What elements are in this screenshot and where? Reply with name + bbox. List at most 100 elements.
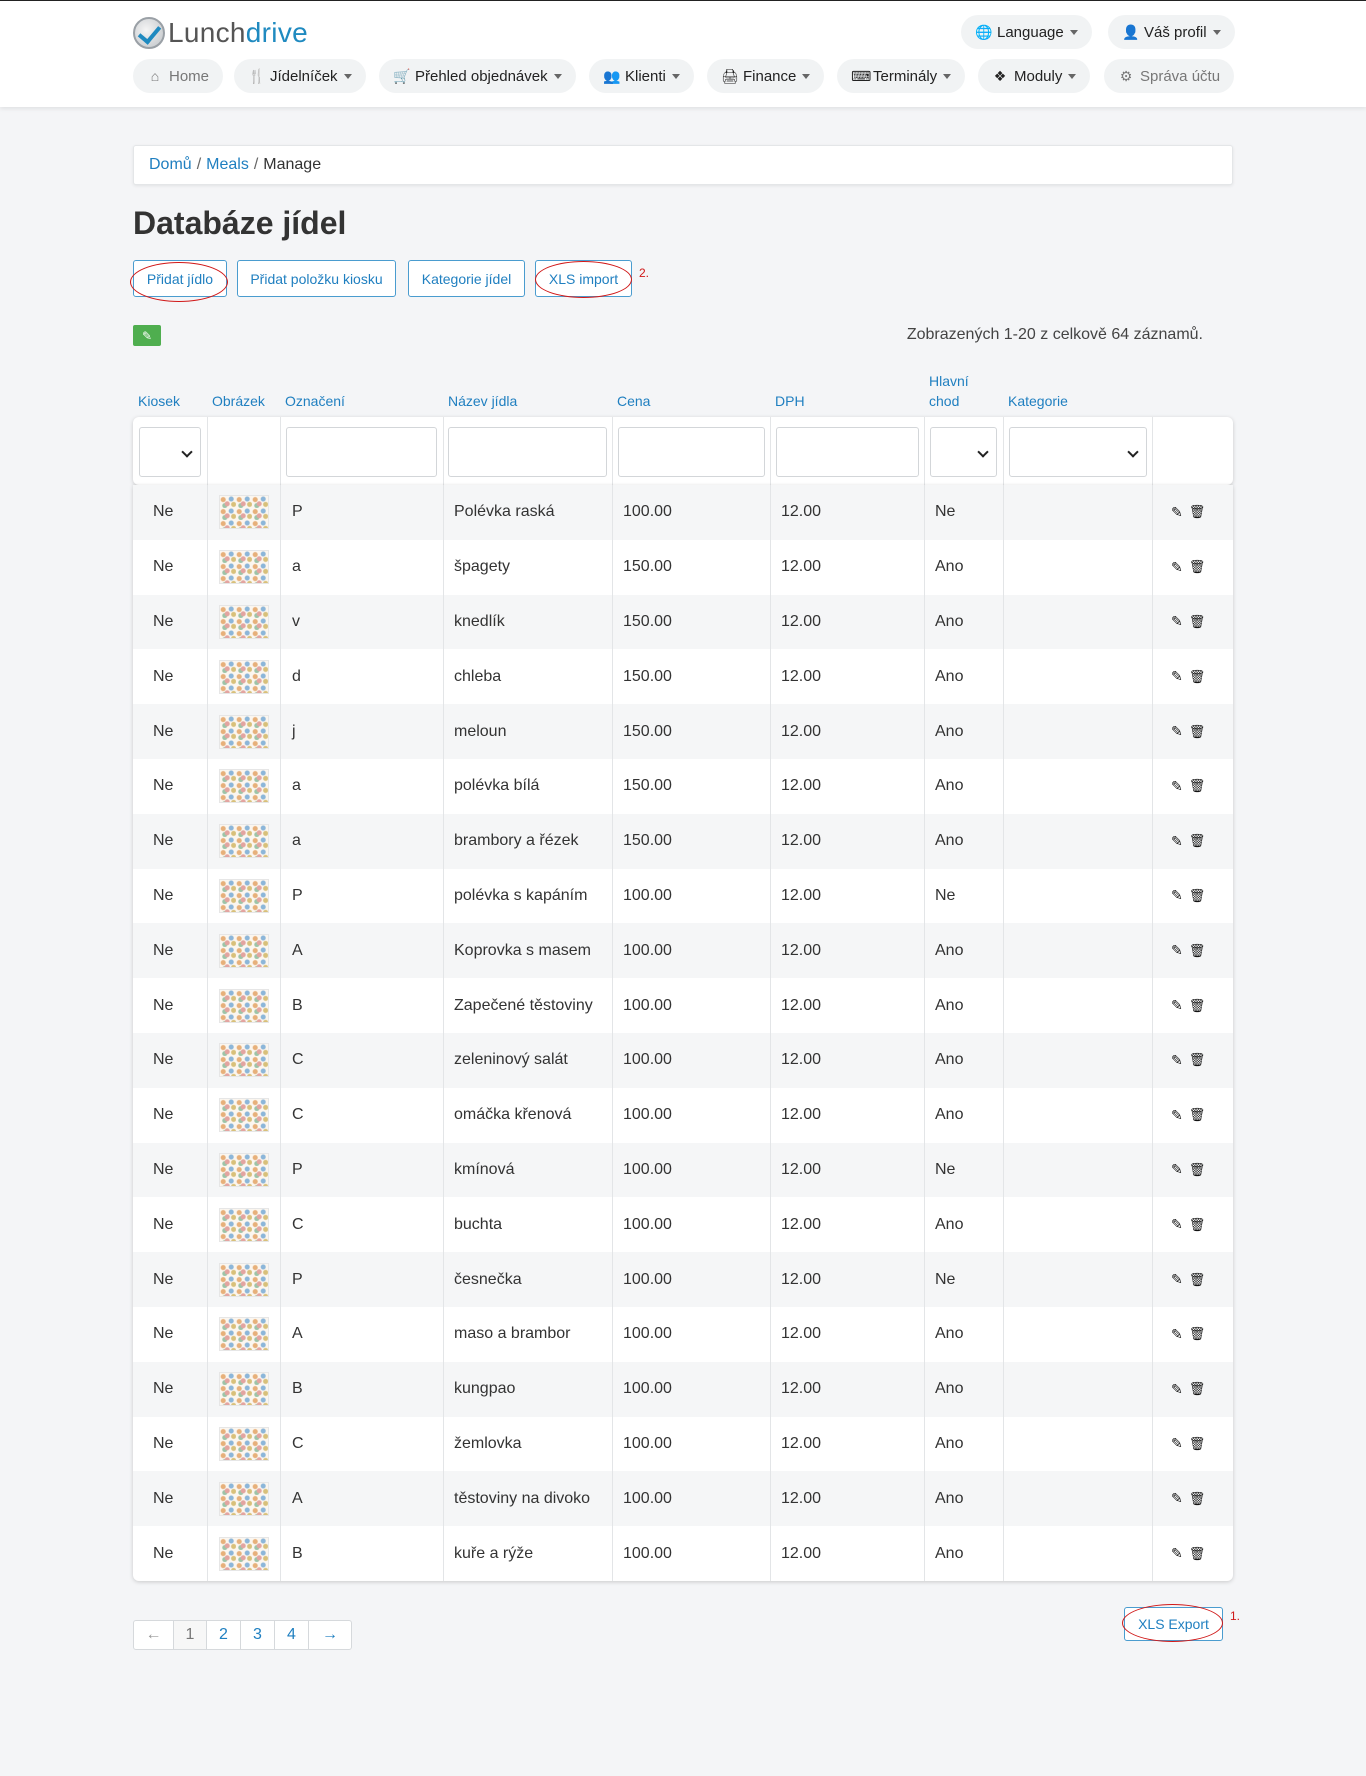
pagination-page[interactable]: 1 [174, 1621, 207, 1649]
meal-thumbnail[interactable] [219, 769, 269, 804]
edit-icon[interactable]: ✎ [1171, 504, 1189, 521]
edit-icon[interactable]: ✎ [1171, 942, 1189, 959]
edit-icon[interactable]: ✎ [1171, 1052, 1189, 1069]
meal-thumbnail[interactable] [219, 988, 269, 1023]
trash-icon[interactable]: 🗑 [1189, 998, 1212, 1014]
trash-icon[interactable]: 🗑 [1189, 1436, 1212, 1452]
filter-price-input[interactable] [618, 427, 765, 477]
col-header-main-line1[interactable]: Hlavní [929, 371, 969, 391]
edit-icon[interactable]: ✎ [1171, 723, 1189, 740]
trash-icon[interactable]: 🗑 [1189, 888, 1212, 904]
edit-icon[interactable]: ✎ [1171, 1216, 1189, 1233]
lunchdrive-logo[interactable]: Lunchdrive [133, 15, 308, 51]
trash-icon[interactable]: 🗑 [1189, 778, 1212, 794]
nav-finance[interactable]: 🖨 Finance [707, 59, 825, 93]
meal-thumbnail[interactable] [219, 878, 269, 913]
filter-main-select[interactable] [930, 427, 997, 477]
filter-name-input[interactable] [448, 427, 607, 477]
edit-icon[interactable]: ✎ [1171, 1435, 1189, 1452]
meal-thumbnail[interactable] [219, 495, 269, 530]
trash-icon[interactable]: 🗑 [1189, 504, 1212, 520]
col-header-name[interactable]: Název jídla [448, 391, 517, 411]
edit-icon[interactable]: ✎ [1171, 1545, 1189, 1562]
edit-icon[interactable]: ✎ [1171, 1326, 1189, 1343]
trash-icon[interactable]: 🗑 [1189, 1162, 1212, 1178]
meal-thumbnail[interactable] [219, 1262, 269, 1297]
meal-thumbnail[interactable] [219, 714, 269, 749]
pagination-next[interactable]: → [309, 1621, 351, 1649]
edit-icon[interactable]: ✎ [1171, 1107, 1189, 1124]
col-header-kiosk[interactable]: Kiosek [138, 391, 180, 411]
trash-icon[interactable]: 🗑 [1189, 1326, 1212, 1342]
trash-icon[interactable]: 🗑 [1189, 1107, 1212, 1123]
language-dropdown[interactable]: 🌐 Language [961, 15, 1092, 49]
breadcrumb-home-link[interactable]: Domů [149, 156, 192, 174]
trash-icon[interactable]: 🗑 [1189, 1491, 1212, 1507]
trash-icon[interactable]: 🗑 [1189, 833, 1212, 849]
meal-thumbnail[interactable] [219, 1098, 269, 1133]
add-kiosk-item-button[interactable]: Přidat položku kiosku [237, 260, 396, 297]
trash-icon[interactable]: 🗑 [1189, 1381, 1212, 1397]
edit-icon[interactable]: ✎ [1171, 1161, 1189, 1178]
xls-import-button[interactable]: XLS import [535, 260, 632, 297]
meal-thumbnail[interactable] [219, 550, 269, 585]
meal-thumbnail[interactable] [219, 933, 269, 968]
col-header-image[interactable]: Obrázek [212, 391, 265, 411]
meal-thumbnail[interactable] [219, 1426, 269, 1461]
edit-icon[interactable]: ✎ [1171, 887, 1189, 904]
bulk-edit-button[interactable]: ✎ [133, 325, 161, 346]
col-header-category[interactable]: Kategorie [1008, 391, 1068, 411]
edit-icon[interactable]: ✎ [1171, 1271, 1189, 1288]
col-header-price[interactable]: Cena [617, 391, 650, 411]
trash-icon[interactable]: 🗑 [1189, 614, 1212, 630]
meal-thumbnail[interactable] [219, 1317, 269, 1352]
meal-thumbnail[interactable] [219, 604, 269, 639]
profile-dropdown[interactable]: 👤 Váš profil [1108, 15, 1235, 49]
trash-icon[interactable]: 🗑 [1189, 669, 1212, 685]
col-header-code[interactable]: Označení [285, 391, 345, 411]
nav-jidelnicek[interactable]: 🍴 Jídelníček [234, 59, 366, 93]
add-meal-button[interactable]: Přidat jídlo [133, 260, 227, 297]
nav-moduly[interactable]: ❖ Moduly [978, 59, 1091, 93]
trash-icon[interactable]: 🗑 [1189, 1217, 1212, 1233]
meal-thumbnail[interactable] [219, 1481, 269, 1516]
filter-code-input[interactable] [286, 427, 437, 477]
filter-kiosk-select[interactable] [139, 427, 201, 477]
trash-icon[interactable]: 🗑 [1189, 1546, 1212, 1562]
pagination-page[interactable]: 3 [241, 1621, 275, 1649]
meal-thumbnail[interactable] [219, 1207, 269, 1242]
nav-terminaly[interactable]: ⌨ Terminály [837, 59, 966, 93]
xls-export-button[interactable]: XLS Export [1124, 1607, 1223, 1641]
meal-thumbnail[interactable] [219, 659, 269, 694]
nav-home[interactable]: ⌂ Home [133, 59, 224, 93]
nav-prehled-objednavek[interactable]: 🛒 Přehled objednávek [379, 59, 576, 93]
filter-category-select[interactable] [1009, 427, 1147, 477]
pagination-prev[interactable]: ← [134, 1621, 174, 1649]
pagination-page[interactable]: 2 [207, 1621, 241, 1649]
breadcrumb-meals-link[interactable]: Meals [206, 156, 249, 174]
meal-thumbnail[interactable] [219, 1536, 269, 1571]
edit-icon[interactable]: ✎ [1171, 613, 1189, 630]
pagination-page[interactable]: 4 [275, 1621, 309, 1649]
meal-thumbnail[interactable] [219, 824, 269, 859]
edit-icon[interactable]: ✎ [1171, 1381, 1189, 1398]
trash-icon[interactable]: 🗑 [1189, 943, 1212, 959]
edit-icon[interactable]: ✎ [1171, 997, 1189, 1014]
trash-icon[interactable]: 🗑 [1189, 724, 1212, 740]
trash-icon[interactable]: 🗑 [1189, 559, 1212, 575]
meal-thumbnail[interactable] [219, 1372, 269, 1407]
trash-icon[interactable]: 🗑 [1189, 1272, 1212, 1288]
col-header-main-line2[interactable]: chod [929, 391, 959, 411]
col-header-vat[interactable]: DPH [775, 391, 805, 411]
meal-thumbnail[interactable] [219, 1152, 269, 1187]
nav-sprava-uctu[interactable]: ⚙ Správa účtu [1104, 59, 1235, 93]
edit-icon[interactable]: ✎ [1171, 778, 1189, 795]
meal-thumbnail[interactable] [219, 1043, 269, 1078]
trash-icon[interactable]: 🗑 [1189, 1052, 1212, 1068]
nav-klienti[interactable]: 👥 Klienti [589, 59, 694, 93]
edit-icon[interactable]: ✎ [1171, 559, 1189, 576]
edit-icon[interactable]: ✎ [1171, 833, 1189, 850]
meal-categories-button[interactable]: Kategorie jídel [408, 260, 525, 297]
filter-vat-input[interactable] [776, 427, 919, 477]
edit-icon[interactable]: ✎ [1171, 668, 1189, 685]
